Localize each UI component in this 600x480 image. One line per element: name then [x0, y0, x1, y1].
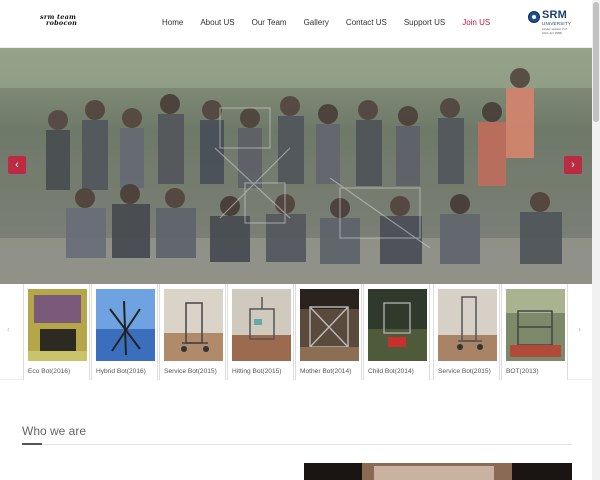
robot-caption: Hitting Bot(2015)	[232, 368, 282, 375]
robot-card[interactable]: Eco Bot(2016)	[23, 284, 90, 380]
site-header: srm team robocon Home About US Our Team …	[0, 0, 592, 48]
university-tagline: (under section 3 of UGC Act 1956)	[542, 27, 567, 35]
nav-about-us[interactable]: About US	[200, 18, 234, 27]
university-name: SRM	[542, 9, 568, 21]
carousel-prev-icon[interactable]: ‹	[7, 324, 10, 334]
nav-contact-us[interactable]: Contact US	[346, 18, 387, 27]
robot-carousel: ‹ Eco Bot(2016) Hybrid Bot(2016) Service…	[0, 284, 592, 380]
robot-caption: Service Bot(2015)	[164, 368, 217, 375]
robot-image	[28, 289, 87, 361]
university-sub: UNIVERSITY	[542, 21, 572, 26]
logo-text-line2: robocon	[46, 19, 78, 27]
robot-caption: BOT(2013)	[506, 368, 539, 375]
main-nav: Home About US Our Team Gallery Contact U…	[162, 0, 507, 44]
srm-university-logo[interactable]: SRM UNIVERSITY (under section 3 of UGC A…	[528, 9, 574, 35]
nav-our-team[interactable]: Our Team	[252, 18, 287, 27]
hero-slider[interactable]: ‹ ›	[0, 48, 592, 284]
page-scrollbar[interactable]	[592, 0, 600, 480]
robot-image	[164, 289, 223, 361]
hero-next-button[interactable]: ›	[564, 156, 582, 174]
robot-image	[232, 289, 291, 361]
robot-card[interactable]: Service Bot(2015)	[159, 284, 226, 380]
team-robocon-logo[interactable]: srm team robocon	[40, 14, 84, 28]
carousel-next-icon[interactable]: ›	[578, 324, 581, 334]
robot-card[interactable]: Service Bot(2015)	[433, 284, 500, 380]
nav-join-us[interactable]: Join US	[462, 18, 490, 27]
robot-image	[368, 289, 427, 361]
nav-gallery[interactable]: Gallery	[304, 18, 329, 27]
chevron-right-icon: ›	[571, 159, 575, 171]
team-group-photo	[0, 48, 592, 284]
robot-image	[96, 289, 155, 361]
section-title: Who we are	[22, 424, 87, 438]
robot-image	[438, 289, 497, 361]
section-divider-accent	[22, 443, 42, 445]
robot-image	[300, 289, 359, 361]
robot-caption: Service Bot(2015)	[438, 368, 491, 375]
section-divider	[22, 443, 572, 445]
robot-caption: Child Bot(2014)	[368, 368, 414, 375]
robot-card[interactable]: Hitting Bot(2015)	[227, 284, 294, 380]
robot-card[interactable]: Child Bot(2014)	[363, 284, 430, 380]
university-seal-icon	[528, 11, 540, 23]
robot-caption: Hybrid Bot(2016)	[96, 368, 146, 375]
robot-image	[506, 289, 565, 361]
nav-home[interactable]: Home	[162, 18, 183, 27]
robot-card[interactable]: Hybrid Bot(2016)	[91, 284, 158, 380]
robot-caption: Mother Bot(2014)	[300, 368, 352, 375]
video-frame-highlight	[374, 466, 494, 480]
robot-card[interactable]: BOT(2013)	[501, 284, 568, 380]
scrollbar-thumb[interactable]	[593, 2, 599, 122]
robot-caption: Eco Bot(2016)	[28, 368, 71, 375]
chevron-left-icon: ‹	[15, 159, 19, 171]
intro-video[interactable]	[304, 463, 572, 480]
robot-card[interactable]: Mother Bot(2014)	[295, 284, 362, 380]
nav-support-us[interactable]: Support US	[404, 18, 445, 27]
hero-prev-button[interactable]: ‹	[8, 156, 26, 174]
